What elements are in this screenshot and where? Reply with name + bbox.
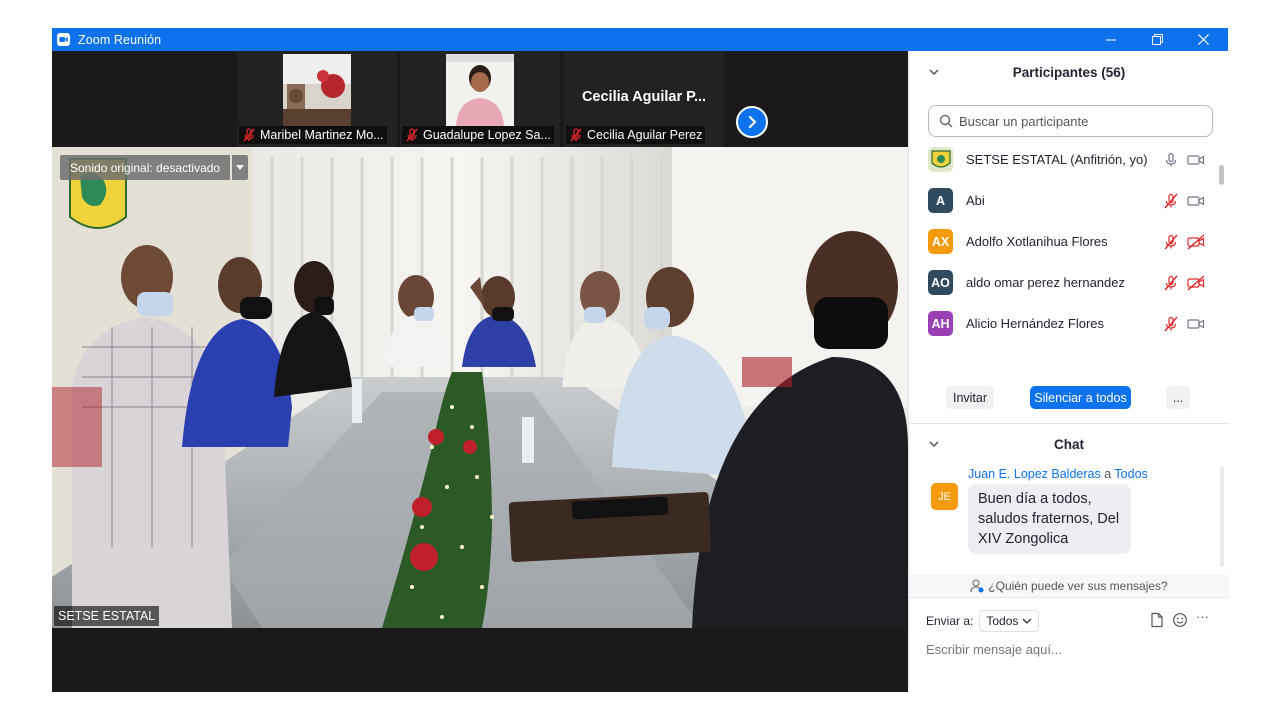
thumbnail-strip: Maribel Martinez Mo... Guadalupe Lopez S… <box>52 51 908 147</box>
participant-name: SETSE ESTATAL (Anfitrión, yo) <box>966 152 1148 167</box>
chat-recipient[interactable]: Todos <box>1114 467 1147 481</box>
video-camera-icon[interactable] <box>1187 152 1205 168</box>
search-placeholder: Buscar un participante <box>959 113 1089 129</box>
participant-thumbnail[interactable]: Guadalupe Lopez Sa... <box>400 51 560 147</box>
participant-thumbnail[interactable]: Maribel Martinez Mo... <box>237 51 397 147</box>
video-camera-icon[interactable] <box>1187 316 1205 332</box>
participant-row[interactable]: A Abi <box>909 180 1219 221</box>
muted-mic-icon[interactable] <box>1163 275 1179 291</box>
emoji-icon[interactable] <box>1172 612 1188 628</box>
participant-name: Abi <box>966 193 985 208</box>
original-sound-dropdown[interactable] <box>232 155 249 180</box>
divider <box>909 423 1229 424</box>
muted-mic-icon <box>570 128 582 142</box>
chat-message-input[interactable]: Escribir mensaje aquí... <box>926 638 1216 660</box>
participants-header: Participantes (56) <box>909 51 1229 93</box>
chevron-down-icon[interactable] <box>927 437 941 451</box>
divider <box>909 597 1229 598</box>
who-can-see-link[interactable]: ¿Quién puede ver sus mensajes? <box>909 575 1229 597</box>
avatar <box>928 147 953 172</box>
main-speaker-video: Sonido original: desactivado SETSE ESTAT… <box>52 147 908 628</box>
caret-down-icon <box>236 164 245 170</box>
video-off-icon[interactable] <box>1187 274 1205 291</box>
search-icon <box>939 114 953 128</box>
participant-search-input[interactable]: Buscar un participante <box>928 105 1213 137</box>
participant-name: Adolfo Xotlanihua Flores <box>966 234 1108 249</box>
original-sound-label[interactable]: Sonido original: desactivado <box>60 155 231 180</box>
video-area: Maribel Martinez Mo... Guadalupe Lopez S… <box>52 51 908 692</box>
close-button[interactable] <box>1180 28 1226 51</box>
chat-to-word: a <box>1104 467 1112 481</box>
zoom-logo-icon <box>56 33 70 47</box>
mic-icon[interactable] <box>1163 152 1179 168</box>
avatar: AO <box>928 270 953 295</box>
participant-list-scrollbar[interactable] <box>1219 165 1224 185</box>
title-bar: Zoom Reunión <box>52 28 1228 51</box>
zoom-window: Zoom Reunión Maribel Martinez Mo... Guad… <box>52 28 1229 692</box>
original-sound-control[interactable]: Sonido original: desactivado <box>60 155 249 180</box>
participant-actions: Invitar Silenciar a todos ... <box>909 381 1229 417</box>
chat-message-header: Juan E. Lopez Balderas a Todos <box>968 467 1148 481</box>
close-icon <box>1197 34 1209 45</box>
thumbnail-name: Cecilia Aguilar Perez <box>566 126 706 144</box>
thumbnail-name: Maribel Martinez Mo... <box>239 126 387 144</box>
meeting-room-video <box>52 147 908 628</box>
video-bottom-bar <box>52 628 908 692</box>
video-off-icon[interactable] <box>1187 233 1205 250</box>
muted-mic-icon[interactable] <box>1163 316 1179 332</box>
chat-scrollbar[interactable] <box>1220 467 1224 567</box>
organization-logo-icon <box>930 149 951 168</box>
send-to-row: Enviar a: Todos <box>926 610 1040 632</box>
speaker-name-label: SETSE ESTATAL <box>54 606 160 626</box>
chevron-down-icon <box>1022 618 1032 624</box>
chat-title: Chat <box>1054 436 1084 452</box>
chat-message-bubble: Buen día a todos, saludos fraternos, Del… <box>968 484 1131 554</box>
window-title: Zoom Reunión <box>78 32 162 47</box>
minimize-button[interactable] <box>1088 28 1134 51</box>
avatar: A <box>928 188 953 213</box>
muted-mic-icon[interactable] <box>1163 234 1179 250</box>
chat-header: Chat <box>909 426 1229 462</box>
participant-video <box>283 54 351 126</box>
participant-row[interactable]: AO aldo omar perez hernandez <box>909 262 1219 303</box>
more-chat-options-button[interactable]: ··· <box>1196 609 1212 625</box>
muted-mic-icon <box>406 128 418 142</box>
chat-avatar: JE <box>931 483 958 510</box>
participant-name: aldo omar perez hernandez <box>966 275 1125 290</box>
participant-name: Alicio Hernández Flores <box>966 316 1105 331</box>
avatar: AH <box>928 311 953 336</box>
participant-thumbnail[interactable]: Cecilia Aguilar P... Cecilia Aguilar Per… <box>564 51 724 147</box>
chat-sender[interactable]: Juan E. Lopez Balderas <box>968 467 1101 481</box>
participant-display-name: Cecilia Aguilar P... <box>581 89 707 105</box>
chevron-right-icon <box>748 115 757 129</box>
participant-row[interactable]: SETSE ESTATAL (Anfitrión, yo) <box>909 139 1219 180</box>
muted-mic-icon[interactable] <box>1163 193 1179 209</box>
avatar: AX <box>928 229 953 254</box>
participants-title: Participantes (56) <box>1012 64 1126 80</box>
mute-all-button[interactable]: Silenciar a todos <box>1030 386 1131 409</box>
send-to-label: Enviar a: <box>926 614 974 628</box>
invite-button[interactable]: Invitar <box>946 386 994 409</box>
person-info-icon <box>970 579 984 593</box>
restore-icon <box>1151 34 1163 45</box>
muted-mic-icon <box>243 128 255 142</box>
restore-button[interactable] <box>1134 28 1180 51</box>
participant-row[interactable]: AH Alicio Hernández Flores <box>909 303 1219 344</box>
participant-video <box>446 54 514 126</box>
video-camera-icon[interactable] <box>1187 193 1205 209</box>
send-to-select[interactable]: Todos <box>979 610 1040 632</box>
minimize-icon <box>1106 39 1116 40</box>
thumbnail-name: Guadalupe Lopez Sa... <box>402 126 554 144</box>
participant-list: SETSE ESTATAL (Anfitrión, yo) A Abi AX A… <box>909 139 1229 346</box>
participant-row[interactable]: AX Adolfo Xotlanihua Flores <box>909 221 1219 262</box>
chevron-down-icon[interactable] <box>927 65 941 79</box>
more-options-button[interactable]: ... <box>1166 386 1190 409</box>
next-page-button[interactable] <box>736 106 768 138</box>
file-icon[interactable] <box>1149 612 1165 628</box>
side-panel: Participantes (56) Buscar un participant… <box>908 51 1229 692</box>
